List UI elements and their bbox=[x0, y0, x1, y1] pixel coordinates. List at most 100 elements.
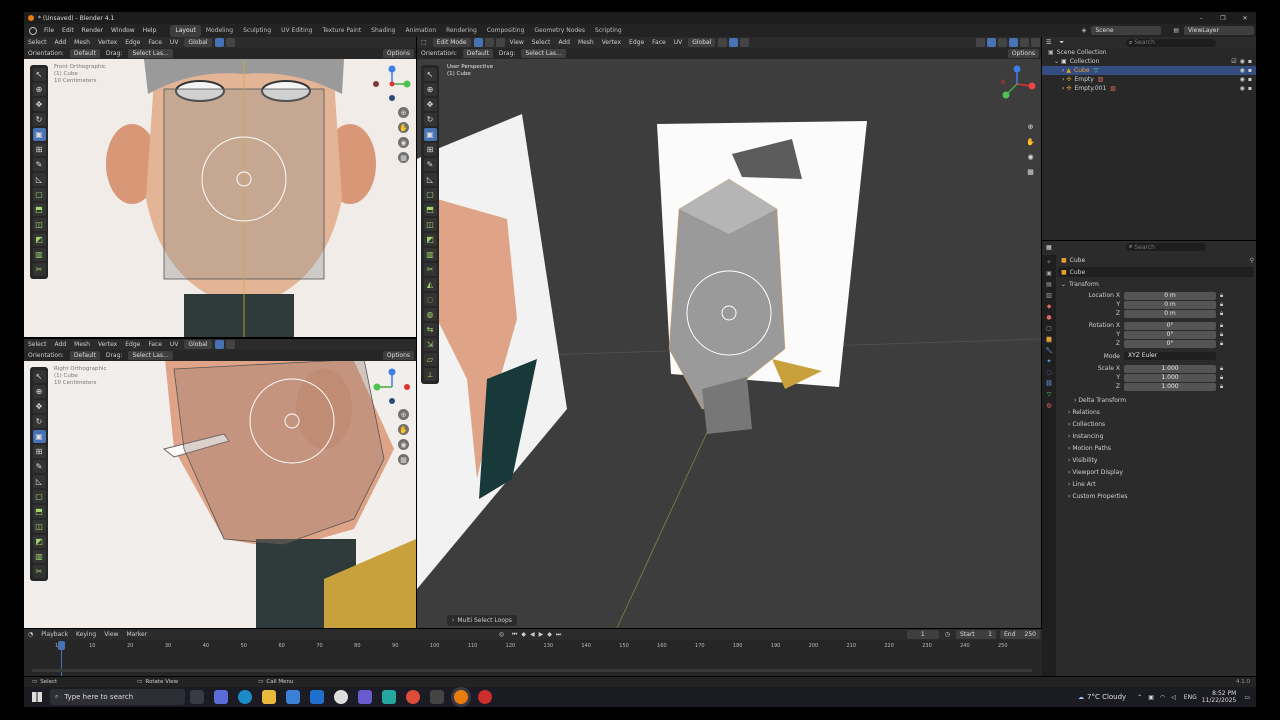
close-icon[interactable]: ✕ bbox=[1234, 15, 1256, 22]
rotation-x-field[interactable]: 0° bbox=[1124, 321, 1216, 330]
main-tool-annotate[interactable]: ✎ bbox=[423, 158, 437, 171]
menu-render[interactable]: Render bbox=[78, 27, 107, 34]
prev-keyframe-icon[interactable]: ◆ bbox=[521, 631, 526, 638]
play-icon[interactable]: ▶ bbox=[539, 631, 544, 638]
right-menu-add[interactable]: Add bbox=[51, 341, 71, 348]
rotation-mode-dropdown[interactable]: XYZ Euler bbox=[1124, 352, 1216, 360]
right-tool-select[interactable]: ↖ bbox=[32, 370, 46, 383]
eye-icon[interactable]: ◉ bbox=[1240, 76, 1245, 83]
right-snap-icon[interactable] bbox=[214, 340, 224, 349]
timeline-menu-view[interactable]: View bbox=[100, 631, 122, 638]
front-tool-bevel[interactable]: ◩ bbox=[32, 233, 46, 246]
main-tool-knife[interactable]: ✂ bbox=[423, 263, 437, 276]
right-tool-bevel[interactable]: ◩ bbox=[32, 535, 46, 548]
last-operator-panel[interactable]: › Multi Select Loops bbox=[447, 615, 517, 626]
right-orientation-global[interactable]: Global bbox=[184, 340, 212, 349]
material-shading-icon[interactable] bbox=[1020, 38, 1029, 47]
motion-paths-panel[interactable]: › Motion Paths bbox=[1058, 443, 1254, 455]
timeline-ruler[interactable]: 1 10 20 30 40 50 60 70 80 90 100 110 120 130 140 150 160… bbox=[24, 641, 1042, 651]
front-tool-loop-cut[interactable]: ▥ bbox=[32, 248, 46, 261]
right-tool-extrude[interactable]: ⬒ bbox=[32, 505, 46, 518]
eye-icon[interactable]: ◉ bbox=[1240, 58, 1245, 65]
clock-icon[interactable]: ◷ bbox=[945, 631, 950, 638]
editor-type-icon[interactable]: ⬚ bbox=[421, 39, 427, 46]
maximize-icon[interactable]: ❐ bbox=[1212, 15, 1234, 22]
tab-layout[interactable]: Layout bbox=[170, 24, 201, 37]
jump-end-icon[interactable]: ⏭ bbox=[556, 631, 561, 639]
tab-geometry-nodes[interactable]: Geometry Nodes bbox=[529, 25, 590, 37]
front-axis-gizmo[interactable] bbox=[372, 64, 412, 104]
front-snap-icon[interactable] bbox=[214, 38, 224, 47]
object-tab-icon[interactable]: ■ bbox=[1046, 336, 1052, 343]
properties-search-field[interactable]: ⌕ Search bbox=[1126, 243, 1206, 251]
lock-icon[interactable]: 🔒︎ bbox=[1220, 383, 1223, 391]
tray-chevron-icon[interactable]: ⌃ bbox=[1137, 694, 1142, 701]
right-camera-icon[interactable]: ◉ bbox=[398, 439, 409, 450]
notification-icon[interactable]: ▭ bbox=[1244, 694, 1250, 701]
right-tool-move[interactable]: ✥ bbox=[32, 400, 46, 413]
outliner-row-cube[interactable]: › ▲ Cube ▽ ◉ ▪ bbox=[1042, 66, 1256, 75]
location-x-field[interactable]: 0 m bbox=[1124, 291, 1216, 300]
main-options-button[interactable]: Options bbox=[1007, 49, 1039, 58]
front-tool-scale[interactable]: ▣ bbox=[32, 128, 46, 141]
main-viewport[interactable]: ⬚ Edit Mode View Select Add Mesh Vertex … bbox=[417, 37, 1041, 628]
front-tool-knife[interactable]: ✂ bbox=[32, 263, 46, 276]
mode-dropdown[interactable]: Edit Mode bbox=[432, 38, 471, 47]
timeline-menu-marker[interactable]: Marker bbox=[122, 631, 151, 638]
lock-icon[interactable]: 🔒︎ bbox=[1220, 365, 1223, 373]
file-explorer-icon[interactable] bbox=[262, 690, 276, 704]
rendered-shading-icon[interactable] bbox=[1031, 38, 1040, 47]
outliner-row-empty-001[interactable]: › ✣ Empty.001 ▧ ◉ ▪ bbox=[1042, 84, 1256, 93]
front-orientation-dropdown[interactable]: Default bbox=[69, 49, 100, 58]
chrome-icon[interactable] bbox=[406, 690, 420, 704]
delta-transform-panel[interactable]: › Delta Transform bbox=[1058, 395, 1254, 407]
lock-icon[interactable]: 🔒︎ bbox=[1220, 292, 1223, 300]
main-tool-inset[interactable]: ◫ bbox=[423, 218, 437, 231]
view-layer-tab-icon[interactable]: ▥ bbox=[1046, 292, 1052, 299]
scale-y-field[interactable]: 1.000 bbox=[1124, 373, 1216, 382]
main-drag-dropdown[interactable]: Select Las... bbox=[521, 49, 566, 58]
main-menu-vertex[interactable]: Vertex bbox=[598, 39, 625, 46]
data-tab-icon[interactable]: ▽ bbox=[1047, 391, 1052, 398]
transform-panel-header[interactable]: ⌄ Transform bbox=[1058, 279, 1254, 289]
pin-icon[interactable]: ⚲ bbox=[1250, 257, 1254, 264]
lock-icon[interactable]: 🔒︎ bbox=[1220, 310, 1223, 318]
timeline-menu-playback[interactable]: Playback bbox=[37, 631, 72, 638]
end-frame-field[interactable]: End 250 bbox=[1000, 630, 1040, 639]
front-grid-icon[interactable]: ▦ bbox=[398, 152, 409, 163]
tray-app-icon[interactable]: ▣ bbox=[1148, 694, 1154, 701]
right-pan-icon[interactable]: ✋ bbox=[398, 424, 409, 435]
menu-help[interactable]: Help bbox=[139, 27, 161, 34]
main-tool-move[interactable]: ✥ bbox=[423, 98, 437, 111]
scale-z-field[interactable]: 1.000 bbox=[1124, 382, 1216, 391]
main-pan-icon[interactable]: ✋ bbox=[1025, 136, 1036, 147]
next-keyframe-icon[interactable]: ◆ bbox=[547, 631, 552, 638]
camera-icon[interactable]: ▪ bbox=[1248, 76, 1252, 83]
edge-browser-icon[interactable] bbox=[238, 690, 252, 704]
menu-window[interactable]: Window bbox=[107, 27, 139, 34]
main-tool-rip[interactable]: ⟂ bbox=[423, 368, 437, 381]
right-drag-dropdown[interactable]: Select Las... bbox=[128, 351, 173, 360]
clock[interactable]: 8:52 PM 11/22/2025 bbox=[1202, 690, 1237, 704]
tab-sculpting[interactable]: Sculpting bbox=[238, 25, 276, 37]
instancing-panel[interactable]: › Instancing bbox=[1058, 431, 1254, 443]
main-tool-select[interactable]: ↖ bbox=[423, 68, 437, 81]
playhead[interactable] bbox=[58, 641, 65, 650]
front-orientation-global[interactable]: Global bbox=[184, 38, 212, 47]
discord-icon[interactable] bbox=[358, 690, 372, 704]
outlook-icon[interactable] bbox=[310, 690, 324, 704]
front-tool-add-cube[interactable]: ▢ bbox=[32, 188, 46, 201]
xray-icon[interactable] bbox=[987, 38, 996, 47]
right-zoom-icon[interactable]: ⊕ bbox=[398, 409, 409, 420]
windows-start-icon[interactable] bbox=[32, 692, 42, 702]
right-menu-face[interactable]: Face bbox=[144, 341, 166, 348]
right-tool-rotate[interactable]: ↻ bbox=[32, 415, 46, 428]
lock-icon[interactable]: 🔒︎ bbox=[1220, 301, 1223, 309]
taskbar-search-box[interactable]: ⌕ Type here to search bbox=[50, 689, 185, 705]
scene-tab-icon[interactable]: ◆ bbox=[1047, 303, 1052, 310]
front-tool-move[interactable]: ✥ bbox=[32, 98, 46, 111]
main-proportional-icon[interactable] bbox=[740, 38, 750, 47]
face-select-icon[interactable] bbox=[495, 38, 505, 47]
wireframe-shading-icon[interactable] bbox=[998, 38, 1007, 47]
recorder-icon[interactable] bbox=[478, 690, 492, 704]
